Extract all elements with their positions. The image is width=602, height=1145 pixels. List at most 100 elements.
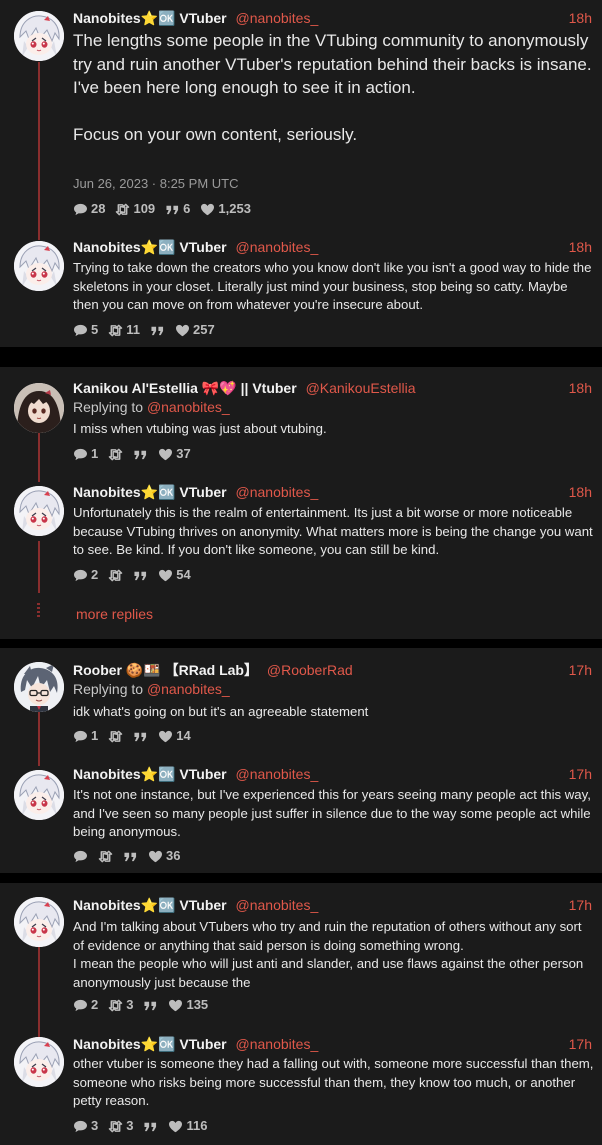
retweet-button[interactable]: 3	[108, 997, 133, 1013]
avatar[interactable]	[14, 770, 64, 820]
retweet-button[interactable]: 11	[108, 322, 140, 338]
retweet-button[interactable]: 3	[108, 1118, 133, 1134]
thread-card: Nanobites⭐🆗 VTuber @nanobites_ 17h And I…	[0, 883, 602, 1145]
retweet-button[interactable]	[108, 569, 123, 582]
display-name[interactable]: Roober 🍪🍱 【RRad Lab】	[73, 662, 258, 678]
like-button[interactable]: 14	[158, 728, 191, 744]
avatar[interactable]	[14, 897, 64, 947]
username-handle[interactable]: @RooberRad	[267, 662, 353, 678]
tweet[interactable]: Nanobites⭐🆗 VTuber @nanobites_ 17h It's …	[0, 762, 602, 873]
quote-button[interactable]: 6	[165, 201, 190, 217]
username-handle[interactable]: @KanikouEstellia	[306, 380, 416, 396]
retweet-button[interactable]: 109	[115, 201, 155, 217]
tweet-stats: 2 3 135	[73, 997, 218, 1013]
like-button[interactable]: 36	[148, 848, 180, 864]
like-count: 37	[176, 446, 191, 461]
tweet[interactable]: Roober 🍪🍱 【RRad Lab】 @RooberRad 17h Repl…	[0, 648, 602, 762]
reply-button[interactable]	[73, 850, 88, 863]
display-name[interactable]: Nanobites⭐🆗 VTuber	[73, 239, 227, 255]
like-button[interactable]: 1,253	[200, 201, 251, 217]
retweet-button[interactable]	[98, 850, 113, 863]
retweet-button[interactable]	[108, 730, 123, 743]
tweet-timestamp[interactable]: 18h	[569, 379, 592, 397]
reply-count: 5	[91, 322, 99, 337]
avatar[interactable]	[14, 11, 64, 61]
tweet-header: Nanobites⭐🆗 VTuber @nanobites_ 17h	[73, 765, 592, 783]
quote-button[interactable]	[150, 324, 165, 337]
display-name[interactable]: Nanobites⭐🆗 VTuber	[73, 10, 227, 26]
username-handle[interactable]: @nanobites_	[236, 1036, 319, 1052]
comment-icon	[73, 999, 88, 1012]
avatar[interactable]	[14, 486, 64, 536]
avatar[interactable]	[14, 662, 64, 712]
replying-to-handle[interactable]: @nanobites_	[147, 681, 230, 697]
tweet-timestamp[interactable]: 17h	[569, 661, 592, 679]
quote-button[interactable]	[133, 448, 148, 461]
username-handle[interactable]: @nanobites_	[236, 484, 319, 500]
like-button[interactable]: 54	[158, 567, 191, 583]
tweet-timestamp[interactable]: 18h	[569, 9, 592, 27]
username-handle[interactable]: @nanobites_	[236, 239, 319, 255]
tweet[interactable]: Nanobites⭐🆗 VTuber @nanobites_ 17h other…	[0, 1029, 602, 1145]
avatar[interactable]	[14, 383, 64, 433]
reply-button[interactable]: 28	[73, 201, 105, 217]
display-name[interactable]: Kanikou Al'Estellia 🎀💖 || Vtuber	[73, 380, 297, 396]
display-name[interactable]: Nanobites⭐🆗 VTuber	[73, 1036, 227, 1052]
reply-button[interactable]: 3	[73, 1118, 98, 1134]
quote-button[interactable]	[143, 999, 158, 1012]
retweet-icon	[108, 1120, 123, 1133]
like-button[interactable]: 116	[168, 1118, 207, 1134]
quote-button[interactable]	[133, 569, 148, 582]
replying-to-handle[interactable]: @nanobites_	[147, 399, 230, 415]
timeline: Nanobites⭐🆗 VTuber @nanobites_ 18h The l…	[0, 0, 602, 1145]
tweet-stats: 28 109 6 1,253	[73, 201, 261, 217]
heart-icon	[148, 850, 163, 863]
quote-button[interactable]	[133, 730, 148, 743]
tweet-date[interactable]: Jun 26, 2023 · 8:25 PM UTC	[73, 176, 238, 191]
tweet[interactable]: Nanobites⭐🆗 VTuber @nanobites_ 18h The l…	[0, 0, 602, 232]
reply-count: 2	[91, 567, 99, 582]
reply-button[interactable]: 1	[73, 446, 98, 462]
more-replies-link[interactable]: more replies	[76, 606, 153, 622]
avatar[interactable]	[14, 241, 64, 291]
quote-count: 6	[183, 201, 191, 216]
tweet[interactable]: Kanikou Al'Estellia 🎀💖 || Vtuber @Kaniko…	[0, 367, 602, 479]
username-handle[interactable]: @nanobites_	[236, 766, 319, 782]
retweet-button[interactable]	[108, 448, 123, 461]
tweet-stats: 1 37	[73, 446, 201, 462]
quote-button[interactable]	[123, 850, 138, 863]
reply-button[interactable]: 5	[73, 322, 98, 338]
tweet-header: Nanobites⭐🆗 VTuber @nanobites_ 18h	[73, 238, 592, 256]
heart-icon	[158, 569, 173, 582]
quote-button[interactable]	[143, 1120, 158, 1133]
reply-button[interactable]: 2	[73, 997, 98, 1013]
display-name[interactable]: Nanobites⭐🆗 VTuber	[73, 897, 227, 913]
tweet-timestamp[interactable]: 17h	[569, 765, 592, 783]
quote-icon	[150, 324, 165, 337]
tweet-timestamp[interactable]: 18h	[569, 483, 592, 501]
reply-button[interactable]: 2	[73, 567, 98, 583]
like-button[interactable]: 37	[158, 446, 191, 462]
like-button[interactable]: 135	[168, 997, 208, 1013]
thread-card: Nanobites⭐🆗 VTuber @nanobites_ 18h The l…	[0, 0, 602, 347]
tweet[interactable]: Nanobites⭐🆗 VTuber @nanobites_ 18h Unfor…	[0, 479, 602, 595]
avatar[interactable]	[14, 1037, 64, 1087]
like-count: 257	[192, 322, 215, 337]
tweet-text: idk what's going on but it's an agreeabl…	[73, 704, 369, 719]
tweet[interactable]: Nanobites⭐🆗 VTuber @nanobites_ 18h Tryin…	[0, 232, 602, 347]
username-handle[interactable]: @nanobites_	[236, 10, 319, 26]
comment-icon	[73, 569, 88, 582]
heart-icon	[158, 448, 173, 461]
tweet-timestamp[interactable]: 17h	[569, 1035, 592, 1053]
tweet-timestamp[interactable]: 18h	[569, 238, 592, 256]
like-button[interactable]: 257	[175, 322, 215, 338]
reply-button[interactable]: 1	[73, 728, 98, 744]
username-handle[interactable]: @nanobites_	[236, 897, 319, 913]
tweet-timestamp[interactable]: 17h	[569, 896, 592, 914]
tweet[interactable]: Nanobites⭐🆗 VTuber @nanobites_ 17h And I…	[0, 883, 602, 1029]
display-name[interactable]: Nanobites⭐🆗 VTuber	[73, 484, 227, 500]
display-name[interactable]: Nanobites⭐🆗 VTuber	[73, 766, 227, 782]
quote-icon	[143, 999, 158, 1012]
tweet-header: Nanobites⭐🆗 VTuber @nanobites_ 17h	[73, 1035, 592, 1053]
tweet-text: The lengths some people in the VTubing c…	[73, 31, 592, 144]
